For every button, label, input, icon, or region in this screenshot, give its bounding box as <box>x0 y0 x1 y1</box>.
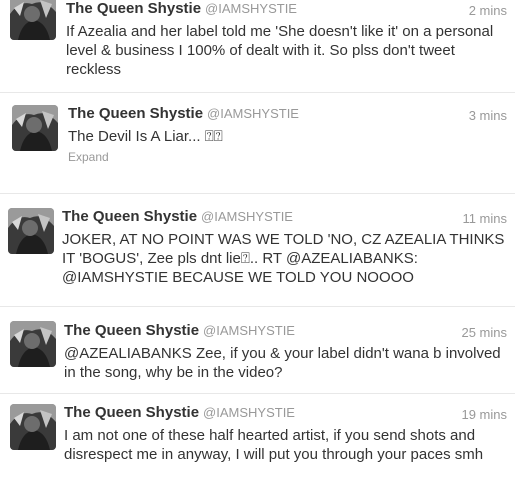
author-display-name[interactable]: The Queen Shystie <box>66 0 201 17</box>
author-name[interactable]: The Queen Shystie @IAMSHYSTIE <box>64 322 295 339</box>
avatar[interactable] <box>12 105 58 151</box>
tweet-item[interactable]: The Queen Shystie @IAMSHYSTIE 25 mins @AZ… <box>0 307 515 393</box>
author-handle[interactable]: @IAMSHYSTIE <box>203 405 295 420</box>
avatar[interactable] <box>10 404 56 450</box>
author-handle[interactable]: @IAMSHYSTIE <box>201 209 293 224</box>
tweet-timestamp[interactable]: 25 mins <box>461 325 507 340</box>
user-avatar-photo-icon <box>8 208 54 254</box>
tweet-item[interactable]: The Queen Shystie @IAMSHYSTIE 2 mins If A… <box>0 0 515 92</box>
user-avatar-photo-icon <box>10 0 56 40</box>
tweet-text: I am not one of these half hearted artis… <box>64 427 484 463</box>
expand-link[interactable]: Expand <box>68 150 109 164</box>
author-handle[interactable]: @IAMSHYSTIE <box>207 106 299 121</box>
author-display-name[interactable]: The Queen Shystie <box>64 322 199 339</box>
tweet-text: @AZEALIABANKS Zee, if you & your label d… <box>64 345 501 381</box>
tweet-text: If Azealia and her label told me 'She do… <box>66 23 494 78</box>
author-display-name[interactable]: The Queen Shystie <box>62 208 197 225</box>
tweet-timestamp[interactable]: 2 mins <box>469 3 507 18</box>
author-display-name[interactable]: The Queen Shystie <box>68 105 203 122</box>
tweet-text: The Devil Is A Liar... ⍰⍰ <box>68 128 223 145</box>
author-name[interactable]: The Queen Shystie @IAMSHYSTIE <box>66 0 297 17</box>
tweet-timestamp[interactable]: 3 mins <box>469 108 507 123</box>
tweet-text: JOKER, AT NO POINT WAS WE TOLD 'NO, CZ A… <box>62 231 505 286</box>
avatar[interactable] <box>10 321 56 367</box>
tweet-item[interactable]: The Queen Shystie @IAMSHYSTIE 11 mins JOK… <box>0 194 515 306</box>
tweet-timestamp[interactable]: 11 mins <box>462 211 507 226</box>
author-name[interactable]: The Queen Shystie @IAMSHYSTIE <box>68 105 299 122</box>
user-avatar-photo-icon <box>10 404 56 450</box>
tweet-item[interactable]: The Queen Shystie @IAMSHYSTIE 3 mins The … <box>0 93 515 193</box>
author-name[interactable]: The Queen Shystie @IAMSHYSTIE <box>62 208 293 225</box>
tweet-timestamp[interactable]: 19 mins <box>461 407 507 422</box>
author-handle[interactable]: @IAMSHYSTIE <box>203 323 295 338</box>
author-display-name[interactable]: The Queen Shystie <box>64 404 199 421</box>
author-name[interactable]: The Queen Shystie @IAMSHYSTIE <box>64 404 295 421</box>
tweet-item[interactable]: The Queen Shystie @IAMSHYSTIE 19 mins I a… <box>0 394 515 500</box>
user-avatar-photo-icon <box>12 105 58 151</box>
avatar[interactable] <box>8 208 54 254</box>
avatar[interactable] <box>10 0 56 40</box>
user-avatar-photo-icon <box>10 321 56 367</box>
author-handle[interactable]: @IAMSHYSTIE <box>205 1 297 16</box>
